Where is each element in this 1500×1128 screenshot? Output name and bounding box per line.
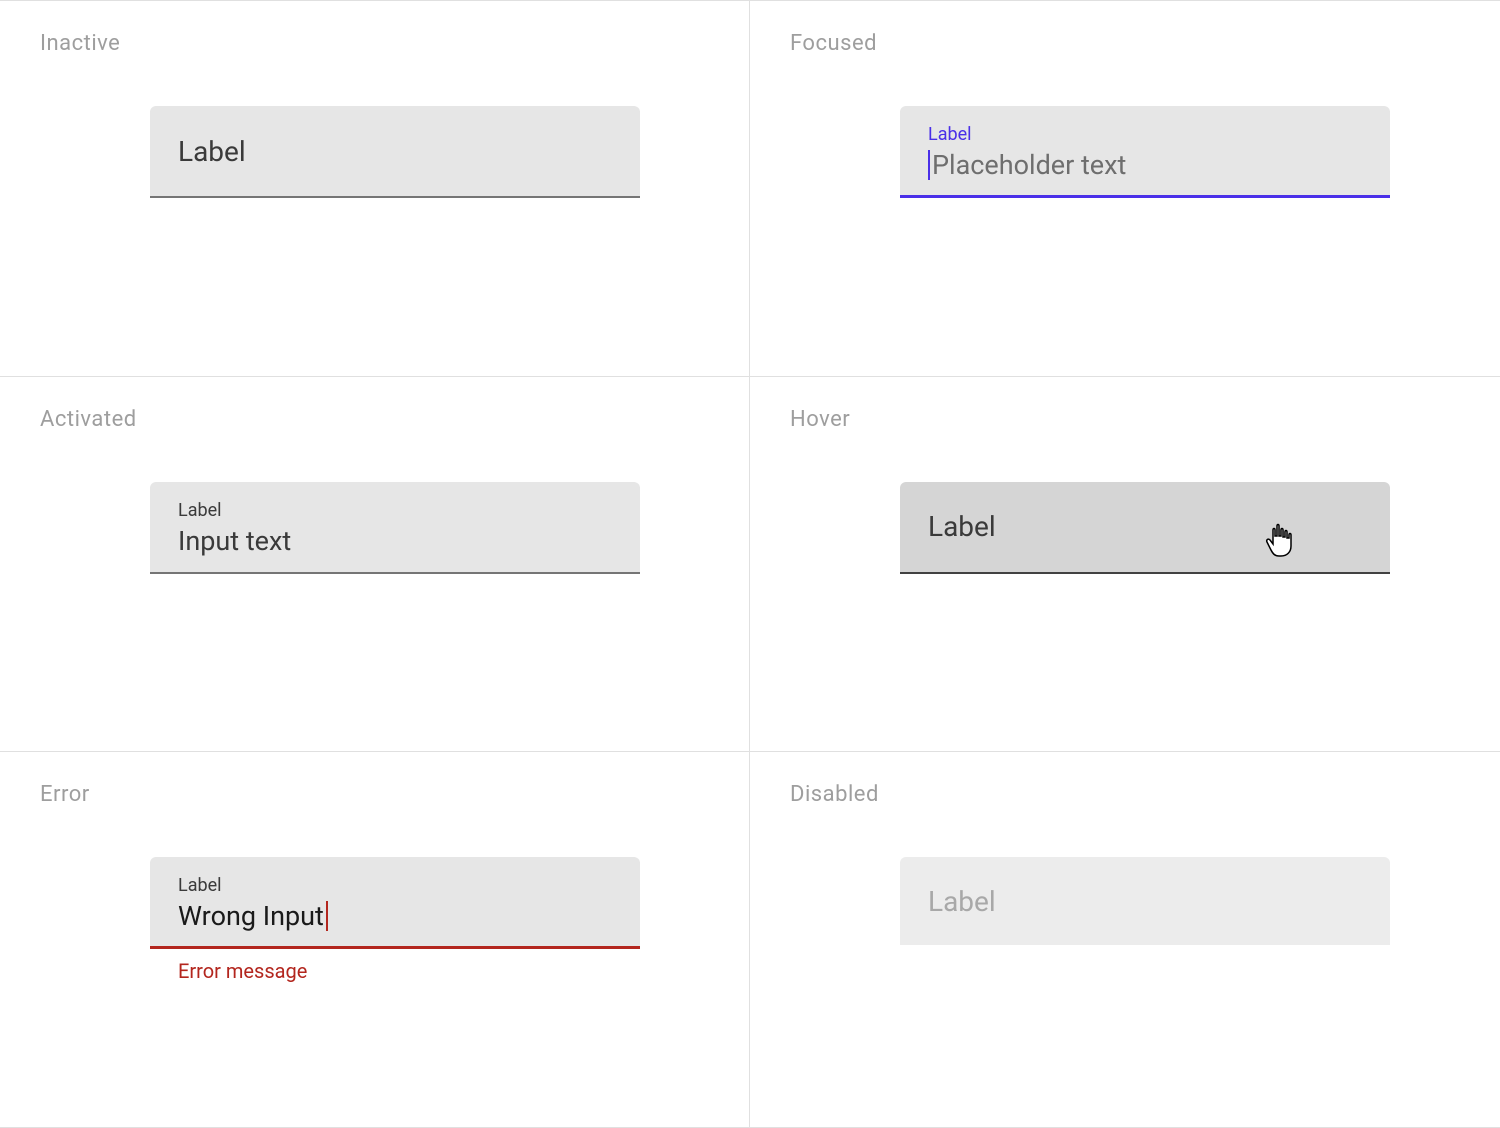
states-grid: Inactive Label Focused Label Placeholder… [0,0,1500,1128]
text-cursor-icon [928,150,930,180]
input-text: Wrong Input [178,900,324,932]
cell-hover: Hover Label [750,377,1500,753]
state-title-inactive: Inactive [40,31,709,56]
text-field-activated[interactable]: Label Input text [150,482,640,574]
cell-error: Error Label Wrong Input Error message [0,752,750,1128]
text-field-hover[interactable]: Label [900,482,1390,574]
field-wrapper-disabled: Label [900,857,1390,945]
pointer-cursor-icon [1263,522,1295,560]
field-wrapper-focused: Label Placeholder text [900,106,1390,198]
field-label: Label [178,500,222,521]
state-title-disabled: Disabled [790,782,1460,807]
field-wrapper-hover: Label [900,482,1390,574]
field-wrapper-activated: Label Input text [150,482,640,574]
field-wrapper-inactive: Label [150,106,640,198]
input-text: Input text [178,525,291,557]
field-label: Label [928,124,972,145]
input-line: Wrong Input [178,900,328,932]
error-message: Error message [178,959,640,983]
text-field-error[interactable]: Label Wrong Input [150,857,640,949]
input-line: Placeholder text [928,149,1126,181]
cell-disabled: Disabled Label [750,752,1500,1128]
field-label: Label [928,510,996,543]
text-field-focused[interactable]: Label Placeholder text [900,106,1390,198]
field-label: Label [178,875,222,896]
cell-activated: Activated Label Input text [0,377,750,753]
cell-focused: Focused Label Placeholder text [750,1,1500,377]
state-title-hover: Hover [790,407,1460,432]
state-title-error: Error [40,782,709,807]
field-wrapper-error: Label Wrong Input Error message [150,857,640,983]
state-title-activated: Activated [40,407,709,432]
field-label: Label [928,885,996,918]
field-label: Label [178,135,246,168]
text-field-disabled: Label [900,857,1390,945]
text-cursor-icon [326,901,328,931]
state-title-focused: Focused [790,31,1460,56]
placeholder-text: Placeholder text [932,149,1126,181]
text-field-inactive[interactable]: Label [150,106,640,198]
cell-inactive: Inactive Label [0,1,750,377]
